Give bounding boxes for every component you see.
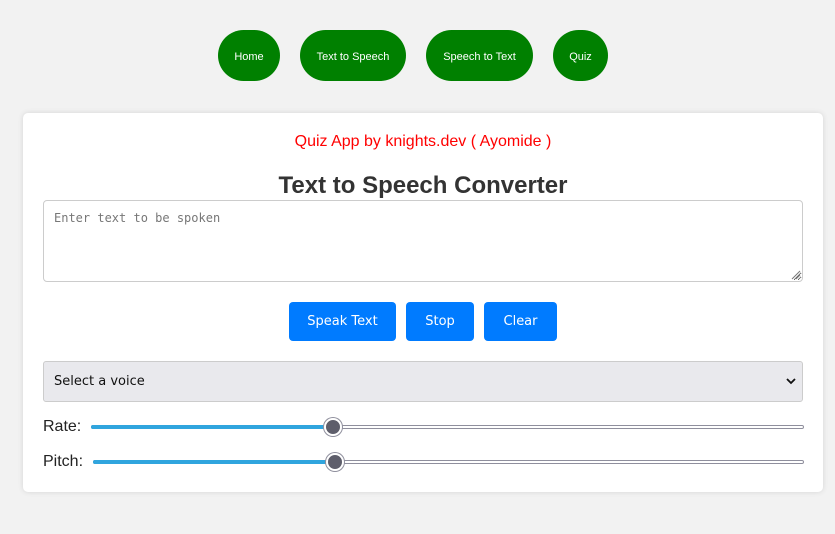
pitch-slider-thumb[interactable] <box>325 453 344 471</box>
pitch-label: Pitch: <box>43 453 84 470</box>
clear-button[interactable]: Clear <box>484 302 557 341</box>
top-nav: Home Text to Speech Speech to Text Quiz <box>0 30 835 81</box>
pitch-slider[interactable] <box>93 452 804 472</box>
nav-quiz-button[interactable]: Quiz <box>553 30 608 81</box>
speech-text-input[interactable] <box>43 200 803 282</box>
pitch-slider-fill <box>93 460 335 464</box>
tts-card: Quiz App by knights.dev ( Ayomide ) Text… <box>23 113 823 492</box>
nav-text-to-speech-button[interactable]: Text to Speech <box>300 30 406 81</box>
speak-text-button[interactable]: Speak Text <box>289 302 396 341</box>
stop-button[interactable]: Stop <box>406 302 474 341</box>
voice-select[interactable]: Select a voice <box>43 361 803 402</box>
rate-slider[interactable] <box>91 417 804 437</box>
voice-select-value: Select a voice <box>54 374 145 389</box>
rate-slider-thumb[interactable] <box>324 418 343 436</box>
chevron-down-icon <box>786 378 796 385</box>
nav-home-button[interactable]: Home <box>218 30 280 81</box>
rate-slider-fill <box>91 425 334 429</box>
app-credit: Quiz App by knights.dev ( Ayomide ) <box>294 133 552 150</box>
nav-speech-to-text-button[interactable]: Speech to Text <box>426 30 533 81</box>
rate-label: Rate: <box>43 418 82 435</box>
page-title: Text to Speech Converter <box>278 172 568 199</box>
